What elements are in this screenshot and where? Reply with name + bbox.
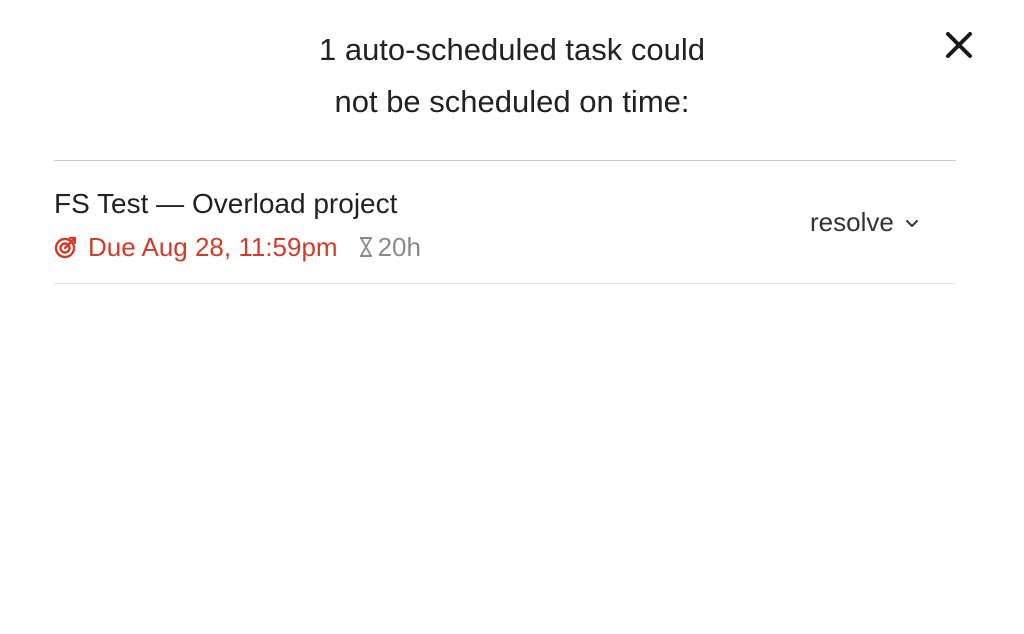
task-duration-value: 20h [377,231,421,262]
task-duration: 20h [358,232,421,263]
dialog-title: 1 auto-scheduled task could not be sched… [262,24,762,128]
task-meta: Due Aug 28, 11:59pm 20h [54,231,421,263]
close-icon [946,32,972,58]
resolve-label: resolve [810,207,894,237]
chevron-down-icon [905,219,918,227]
unscheduled-tasks-dialog: 1 auto-scheduled task could not be sched… [0,0,1024,634]
task-due-date: Due Aug 28, 11:59pm [88,231,338,262]
dialog-title-line-2: not be scheduled on time: [334,84,690,119]
target-icon [54,236,77,259]
task-name: FS Test — Overload project [54,188,398,219]
hourglass-icon [359,237,372,257]
resolve-dropdown[interactable]: resolve [810,207,920,238]
task-row: FS Test — Overload project Due Aug 28, 1… [54,161,956,283]
list-divider-bottom [54,283,956,284]
dialog-title-line-1: 1 auto-scheduled task could [318,32,706,67]
close-button[interactable] [940,26,978,64]
